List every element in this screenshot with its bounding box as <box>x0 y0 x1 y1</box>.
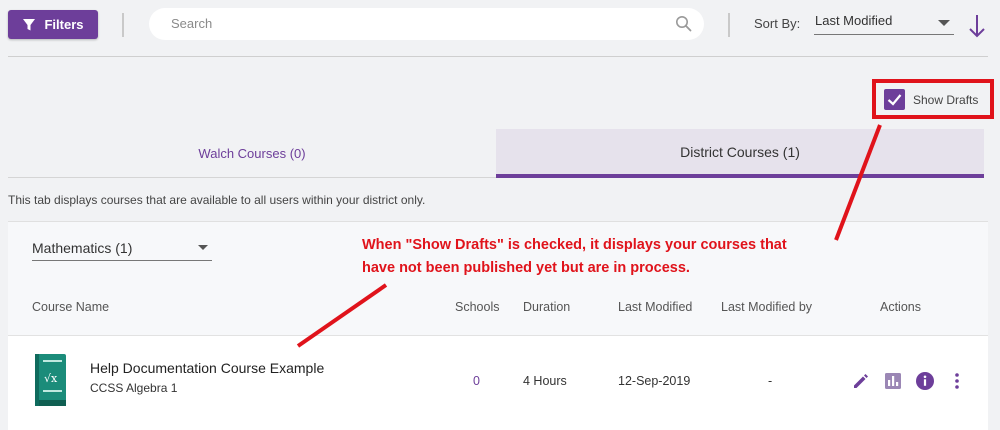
annotation-text: When "Show Drafts" is checked, it displa… <box>362 234 832 280</box>
caret-down-icon <box>938 20 950 26</box>
more-options-icon[interactable] <box>947 371 967 391</box>
search-box <box>149 8 704 40</box>
column-header-actions: Actions <box>880 300 921 314</box>
tab-label: Walch Courses (0) <box>198 145 306 161</box>
caret-down-icon <box>198 245 208 250</box>
subject-select[interactable]: Mathematics (1) <box>32 237 212 261</box>
analytics-chart-icon[interactable] <box>883 371 903 391</box>
filter-icon <box>23 18 36 30</box>
toolbar-divider <box>122 13 124 37</box>
annotation-line: When "Show Drafts" is checked, it displa… <box>362 237 787 253</box>
course-subtitle: CCSS Algebra 1 <box>90 381 178 395</box>
filters-button[interactable]: Filters <box>8 10 98 39</box>
column-header-course-name[interactable]: Course Name <box>32 300 109 314</box>
checkmark-icon <box>887 94 902 106</box>
schools-count[interactable]: 0 <box>473 374 480 388</box>
annotation-line: have not been published yet but are in p… <box>362 260 690 276</box>
search-input[interactable] <box>171 16 651 31</box>
svg-text:√x: √x <box>44 372 58 385</box>
tab-district-courses[interactable]: District Courses (1) <box>496 129 984 178</box>
show-drafts-checkbox[interactable] <box>884 89 905 110</box>
sort-value: Last Modified <box>815 13 893 28</box>
toolbar-separator <box>8 56 988 57</box>
edit-pencil-icon[interactable] <box>851 371 871 391</box>
column-header-schools[interactable]: Schools <box>455 300 499 314</box>
search-icon[interactable] <box>675 15 692 32</box>
column-header-last-modified[interactable]: Last Modified <box>618 300 692 314</box>
duration-cell: 4 Hours <box>523 374 567 388</box>
last-modified-cell: 12-Sep-2019 <box>618 374 691 388</box>
subject-value: Mathematics (1) <box>32 240 133 256</box>
column-header-last-modified-by[interactable]: Last Modified by <box>721 300 812 314</box>
show-drafts-label[interactable]: Show Drafts <box>913 93 978 107</box>
tab-description: This tab displays courses that are avail… <box>8 193 426 207</box>
tab-walch-courses[interactable]: Walch Courses (0) <box>8 129 496 178</box>
column-header-duration[interactable]: Duration <box>523 300 570 314</box>
toolbar-divider <box>728 13 730 37</box>
arrow-down-icon[interactable] <box>968 13 986 39</box>
sort-select[interactable]: Last Modified <box>814 13 954 35</box>
course-title[interactable]: Help Documentation Course Example <box>90 360 324 376</box>
sort-by-label: Sort By: <box>754 16 801 31</box>
last-modified-by-cell: - <box>768 374 773 388</box>
course-book-icon: √x <box>35 354 66 406</box>
tab-label: District Courses (1) <box>680 143 800 160</box>
filters-label: Filters <box>44 17 84 32</box>
info-icon[interactable] <box>915 371 935 391</box>
